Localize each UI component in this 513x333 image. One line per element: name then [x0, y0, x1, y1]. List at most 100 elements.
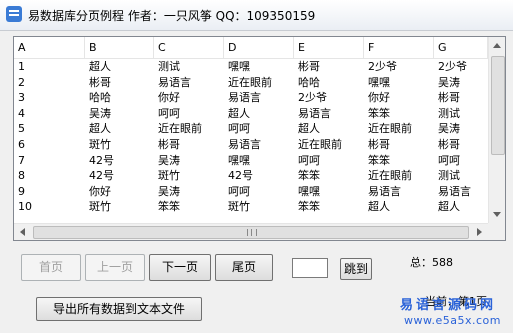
- table-cell: 超人: [368, 200, 390, 214]
- next-page-button[interactable]: 下一页: [149, 254, 211, 281]
- table-cell: 彬哥: [368, 138, 390, 151]
- table-cell: 超人: [438, 200, 460, 214]
- column-header[interactable]: B: [85, 37, 154, 58]
- table-cell: 彬哥: [158, 138, 180, 151]
- table-cell: 2少爷: [298, 91, 327, 105]
- first-page-button[interactable]: 首页: [21, 254, 81, 281]
- table-cell: 近在眼前: [368, 169, 412, 183]
- table-cell: 1: [18, 60, 25, 73]
- table-cell: 哈哈: [298, 75, 320, 89]
- table-cell: 超人: [298, 122, 320, 136]
- table-cell: 你好: [89, 184, 111, 198]
- table-cell: 5: [18, 122, 25, 136]
- table-row[interactable]: 6 斑竹 彬哥 易语言 近在眼前 彬哥 彬哥: [14, 138, 488, 152]
- table-cell: 42号: [228, 169, 253, 183]
- table-cell: 斑竹: [89, 138, 111, 151]
- table-row[interactable]: 5 超人 近在眼前 呵呵 超人 近在眼前 吴涛: [14, 122, 488, 136]
- scroll-right-button[interactable]: [471, 224, 488, 240]
- table-cell: 易语言: [158, 75, 191, 89]
- table-cell: 42号: [89, 169, 114, 183]
- last-page-button[interactable]: 尾页: [215, 254, 273, 281]
- scroll-up-button[interactable]: [489, 37, 505, 54]
- table-cell: 2少爷: [438, 60, 467, 73]
- table-cell: 近在眼前: [228, 75, 272, 89]
- table-cell: 测试: [158, 60, 180, 73]
- table-cell: 超人: [89, 122, 111, 136]
- table-cell: 呵呵: [228, 184, 250, 198]
- table-cell: 9: [18, 184, 25, 198]
- list-header: ABCDEFG: [14, 37, 488, 59]
- scroll-corner: [488, 223, 505, 240]
- table-cell: 近在眼前: [368, 122, 412, 136]
- table-cell: 易语言: [298, 106, 331, 120]
- horizontal-scroll-thumb[interactable]: [33, 226, 469, 239]
- table-row[interactable]: 10 斑竹 笨笨 斑竹 笨笨 超人 超人: [14, 200, 488, 214]
- table-cell: 笨笨: [298, 169, 320, 183]
- table-cell: 呵呵: [438, 153, 460, 167]
- scroll-down-button[interactable]: [489, 206, 505, 223]
- table-cell: 彬哥: [298, 60, 320, 73]
- table-cell: 笨笨: [298, 200, 320, 214]
- table-cell: 呵呵: [228, 122, 250, 136]
- total-count-label: 总：588: [410, 256, 453, 269]
- table-cell: 呵呵: [158, 106, 180, 120]
- table-row[interactable]: 1 超人 测试 嘿嘿 彬哥 2少爷 2少爷: [14, 60, 488, 74]
- table-cell: 吴涛: [438, 122, 460, 136]
- table-cell: 笨笨: [368, 106, 390, 120]
- table-cell: 彬哥: [438, 138, 460, 151]
- jump-button[interactable]: 跳到: [340, 258, 372, 280]
- table-row[interactable]: 3 哈哈 你好 易语言 2少爷 你好 彬哥: [14, 91, 488, 105]
- table-cell: 7: [18, 153, 25, 167]
- table-cell: 吴涛: [158, 184, 180, 198]
- table-cell: 易语言: [228, 91, 261, 105]
- table-cell: 易语言: [228, 138, 261, 151]
- column-header[interactable]: E: [294, 37, 364, 58]
- table-row[interactable]: 9 你好 吴涛 呵呵 嘿嘿 易语言 易语言: [14, 185, 488, 199]
- page-number-input[interactable]: [292, 258, 328, 278]
- column-header[interactable]: F: [364, 37, 434, 58]
- table-row[interactable]: 4 吴涛 呵呵 超人 易语言 笨笨 测试: [14, 107, 488, 121]
- table-cell: 嘿嘿: [228, 153, 250, 167]
- table-cell: 超人: [228, 106, 250, 120]
- column-header[interactable]: G: [434, 37, 488, 58]
- table-cell: 近在眼前: [158, 122, 202, 136]
- table-cell: 笨笨: [158, 200, 180, 214]
- scroll-left-button[interactable]: [14, 224, 31, 240]
- table-row[interactable]: 2 彬哥 易语言 近在眼前 哈哈 嘿嘿 吴涛: [14, 76, 488, 90]
- table-cell: 吴涛: [158, 153, 180, 167]
- table-cell: 2: [18, 75, 25, 89]
- window-title: 易数据库分页例程 作者：一只风筝 QQ：109350159: [28, 9, 316, 23]
- table-cell: 吴涛: [89, 106, 111, 120]
- table-cell: 10: [18, 200, 32, 214]
- export-button[interactable]: 导出所有数据到文本文件: [36, 297, 202, 321]
- table-row[interactable]: 7 42号 吴涛 嘿嘿 呵呵 笨笨 呵呵: [14, 154, 488, 168]
- app-icon: [6, 6, 22, 22]
- table-cell: 斑竹: [228, 200, 250, 214]
- title-bar: 易数据库分页例程 作者：一只风筝 QQ：109350159: [0, 0, 513, 31]
- table-cell: 测试: [438, 169, 460, 183]
- table-cell: 哈哈: [89, 91, 111, 105]
- data-list-view[interactable]: ABCDEFG 1 超人 测试 嘿嘿 彬哥 2少爷 2少爷 2 彬哥 易语言 近在眼前 哈哈 嘿嘿 吴涛 3…: [13, 36, 506, 241]
- column-header[interactable]: A: [14, 37, 85, 58]
- table-row[interactable]: 8 42号 斑竹 42号 笨笨 近在眼前 测试: [14, 169, 488, 183]
- horizontal-scrollbar[interactable]: [14, 223, 488, 240]
- table-cell: 2少爷: [368, 60, 397, 73]
- column-header[interactable]: D: [224, 37, 294, 58]
- table-cell: 近在眼前: [298, 138, 342, 151]
- table-cell: 笨笨: [368, 153, 390, 167]
- vertical-scroll-thumb[interactable]: [491, 56, 505, 155]
- table-cell: 斑竹: [158, 169, 180, 183]
- table-cell: 吴涛: [438, 75, 460, 89]
- column-header[interactable]: C: [154, 37, 224, 58]
- table-cell: 嘿嘿: [228, 60, 250, 73]
- table-cell: 42号: [89, 153, 114, 167]
- grip-icon: [247, 229, 257, 236]
- vertical-scrollbar[interactable]: [488, 37, 505, 223]
- prev-page-button[interactable]: 上一页: [85, 254, 145, 281]
- table-cell: 3: [18, 91, 25, 105]
- watermark-url-text: www.e5a5x.com: [404, 314, 501, 327]
- table-cell: 超人: [89, 60, 111, 73]
- table-cell: 你好: [158, 91, 180, 105]
- arrow-up-icon: [493, 43, 501, 48]
- table-cell: 彬哥: [89, 75, 111, 89]
